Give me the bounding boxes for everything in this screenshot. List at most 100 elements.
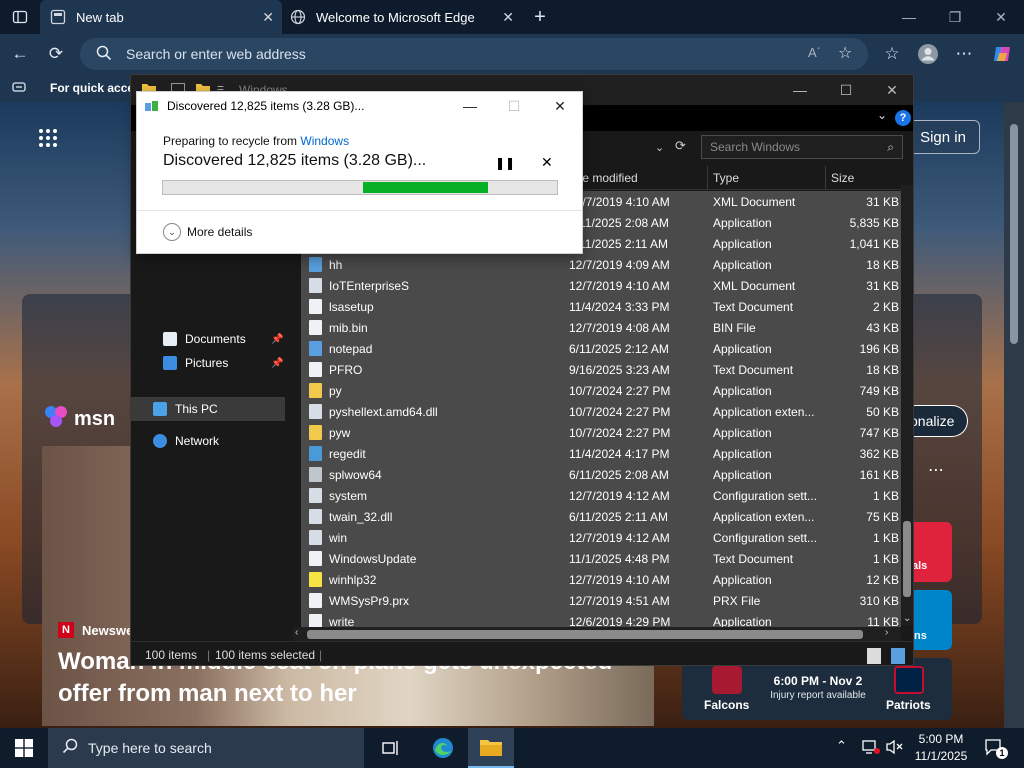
sports-game-card[interactable]: 6:00 PM - Nov 2 Injury report available … (682, 658, 952, 720)
close-tab-icon[interactable]: ✕ (262, 9, 274, 26)
file-row[interactable]: hh 12/7/2019 4:09 AM Application 18 KB (301, 254, 901, 275)
personalize-button[interactable]: onalize (906, 405, 968, 437)
close-icon[interactable]: ✕ (869, 75, 915, 105)
file-date: 10/7/2024 2:27 PM (569, 426, 671, 440)
scroll-left-icon[interactable]: ‹ (295, 627, 298, 638)
file-row[interactable]: WindowsUpdate 11/1/2025 4:48 PM Text Docum… (301, 548, 901, 569)
close-tab-icon[interactable]: ✕ (502, 9, 514, 26)
expand-ribbon-icon[interactable]: ⌄ (877, 108, 887, 122)
file-row[interactable]: notepad 6/11/2025 2:12 AM Application 196 K… (301, 338, 901, 359)
source-folder-link[interactable]: Windows (300, 134, 349, 148)
file-file-icon (309, 320, 322, 335)
file-date: 11/1/2025 4:48 PM (569, 552, 670, 566)
close-icon[interactable]: ✕ (978, 0, 1024, 34)
file-row[interactable]: win 12/7/2019 4:12 AM Configuration sett..… (301, 527, 901, 548)
favorites-icon[interactable]: ☆ (880, 42, 904, 66)
scroll-thumb[interactable] (903, 521, 911, 597)
file-row[interactable]: winhlp32 12/7/2019 4:10 AM Application 12 K… (301, 569, 901, 590)
nav-item-network[interactable]: Network (153, 430, 219, 452)
network-icon (153, 434, 167, 448)
file-row[interactable]: regedit 11/4/2024 4:17 PM Application 362 K… (301, 443, 901, 464)
large-icons-view-icon[interactable] (891, 648, 905, 664)
search-placeholder: Search Windows (710, 140, 801, 154)
column-separator[interactable] (707, 166, 708, 190)
explorer-search-input[interactable]: Search Windows ⌕ (701, 135, 903, 159)
scroll-right-icon[interactable]: › (885, 627, 888, 638)
file-row[interactable]: splwow64 6/11/2025 2:08 AM Application 161 … (301, 464, 901, 485)
taskbar-search-box[interactable]: Type here to search (48, 728, 364, 768)
nav-item-this-pc[interactable]: This PC (153, 398, 218, 420)
scroll-down-icon[interactable]: ⌄ (903, 613, 911, 624)
address-dropdown-icon[interactable]: ⌄ (655, 141, 664, 154)
file-row[interactable]: system 12/7/2019 4:12 AM Configuration set… (301, 485, 901, 506)
favorite-star-icon[interactable]: ☆ (838, 43, 852, 63)
file-name: mib.bin (329, 321, 368, 335)
page-scrollbar[interactable] (1004, 102, 1024, 728)
file-size: 18 KB (866, 363, 899, 377)
file-list-hscrollbar[interactable]: ‹ › (293, 627, 901, 641)
msn-logo[interactable]: msn (44, 405, 115, 433)
help-icon[interactable]: ? (895, 110, 911, 126)
file-date: 12/7/2019 4:08 AM (569, 321, 670, 335)
tab-actions-icon[interactable] (8, 5, 32, 29)
nav-item-documents[interactable]: Documents (163, 328, 246, 350)
volume-muted-icon[interactable] (886, 739, 904, 758)
taskbar-edge[interactable] (420, 728, 466, 768)
notification-center-button[interactable]: 1 (984, 738, 1008, 759)
task-view-button[interactable] (368, 728, 414, 768)
taskbar-file-explorer[interactable] (468, 728, 514, 768)
close-icon[interactable]: ✕ (537, 92, 583, 120)
read-aloud-icon[interactable]: Aᐝ (808, 45, 820, 61)
system-clock[interactable]: 5:00 PM 11/1/2025 (914, 731, 968, 765)
refresh-icon[interactable]: ⟳ (44, 42, 68, 66)
dll-file-icon (309, 404, 322, 419)
more-details-toggle[interactable]: ⌄ More details (163, 223, 252, 241)
network-tray-icon[interactable] (862, 739, 880, 758)
file-list-vscrollbar[interactable]: ⌄ (901, 185, 913, 625)
start-button[interactable] (0, 728, 48, 768)
minimize-icon[interactable]: — (777, 75, 823, 105)
file-row[interactable]: mib.bin 12/7/2019 4:08 AM BIN File 43 KB (301, 317, 901, 338)
column-separator[interactable] (825, 166, 826, 190)
file-row[interactable]: WMSysPr9.prx 12/7/2019 4:51 AM PRX File 310… (301, 590, 901, 611)
nav-item-pictures[interactable]: Pictures (163, 352, 228, 374)
column-size[interactable]: Size (831, 171, 854, 185)
back-arrow-icon[interactable]: ← (8, 42, 32, 66)
sign-in-button[interactable]: Sign in (906, 120, 980, 154)
file-row[interactable]: pyw 10/7/2024 2:27 PM Application 747 KB (301, 422, 901, 443)
more-options-icon[interactable]: ⋯ (952, 42, 976, 66)
file-row[interactable]: IoTEnterpriseS 12/7/2019 4:10 AM XML Docum… (301, 275, 901, 296)
new-tab-plus-icon[interactable]: + (528, 5, 552, 29)
card-options-icon[interactable]: ⋯ (928, 460, 944, 480)
file-size: 50 KB (866, 405, 899, 419)
file-row[interactable]: PFRO 9/16/2025 3:23 AM Text Document 18 KB (301, 359, 901, 380)
cancel-button[interactable]: ✕ (541, 154, 553, 171)
restore-icon[interactable]: ❐ (932, 0, 978, 34)
minimize-icon[interactable]: — (886, 0, 932, 34)
maximize-icon[interactable]: ☐ (823, 75, 869, 105)
pin-icon[interactable]: 📌 (271, 334, 283, 345)
apps-grid-icon[interactable] (38, 128, 58, 154)
show-hidden-icons-icon[interactable]: ⌃ (836, 738, 847, 754)
pause-button[interactable]: ❚❚ (495, 156, 515, 170)
details-view-icon[interactable] (867, 648, 881, 664)
tab-welcome-edge[interactable]: Welcome to Microsoft Edge ✕ (280, 0, 522, 34)
reading-list-icon[interactable] (12, 80, 26, 97)
file-row[interactable]: lsasetup 11/4/2024 3:33 PM Text Document 2 … (301, 296, 901, 317)
column-type[interactable]: Type (713, 171, 739, 185)
profile-avatar-icon[interactable] (916, 42, 940, 66)
refresh-icon[interactable]: ⟳ (675, 138, 686, 154)
column-date-modified[interactable]: te modified (579, 171, 638, 185)
copilot-icon[interactable] (990, 42, 1014, 66)
pin-icon[interactable]: 📌 (271, 358, 283, 369)
computer-icon (153, 402, 167, 416)
tab-new-tab[interactable]: New tab ✕ (40, 0, 282, 34)
file-row[interactable]: pyshellext.amd64.dll 10/7/2024 2:27 PM App… (301, 401, 901, 422)
scroll-thumb[interactable] (1010, 124, 1018, 344)
file-row[interactable]: twain_32.dll 6/11/2025 2:11 AM Application… (301, 506, 901, 527)
pictures-icon (163, 356, 177, 370)
address-bar[interactable]: Search or enter web address Aᐝ ☆ (80, 38, 868, 70)
file-row[interactable]: py 10/7/2024 2:27 PM Application 749 KB (301, 380, 901, 401)
scroll-thumb[interactable] (307, 630, 863, 639)
minimize-icon[interactable]: — (447, 92, 493, 120)
